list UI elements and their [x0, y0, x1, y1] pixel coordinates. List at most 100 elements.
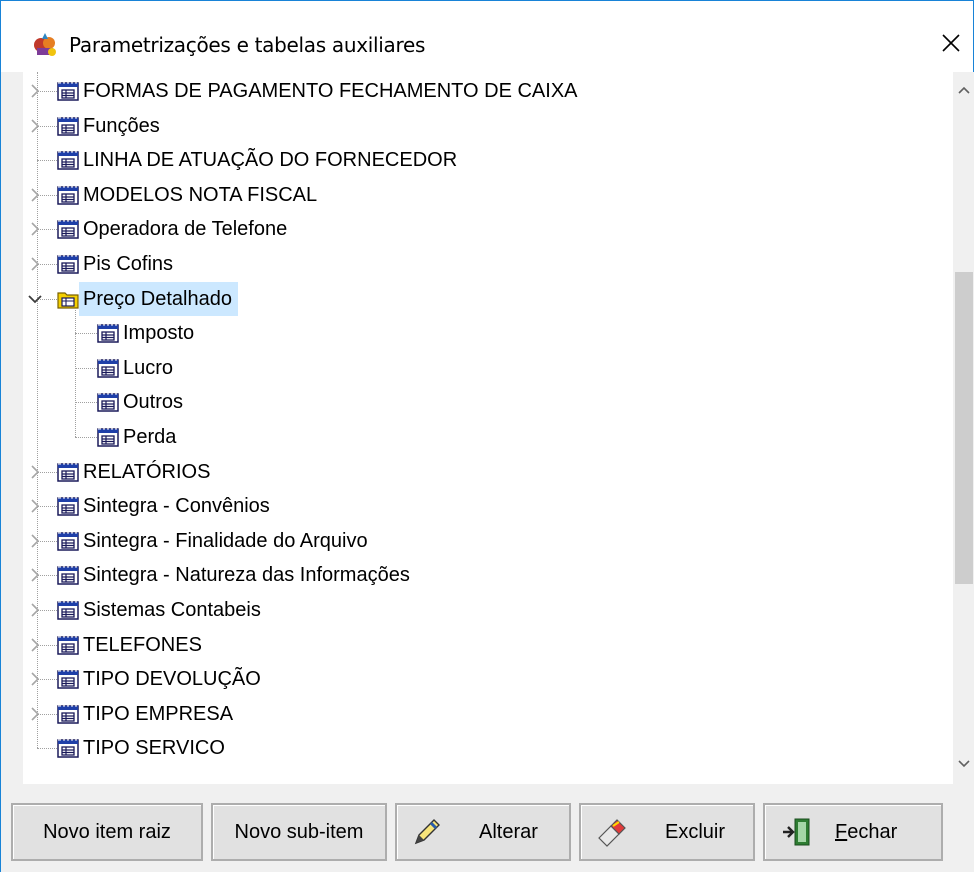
button-bar: Novo item raiz Novo sub-item Alterar Exc… [1, 784, 974, 872]
tree-node-label: Preço Detalhado [79, 281, 238, 316]
app-icon [34, 33, 56, 56]
table-icon [57, 462, 79, 482]
tree-connector [37, 160, 57, 162]
tree-node-label: Lucro [123, 356, 174, 379]
new-sub-item-label: Novo sub-item [234, 820, 364, 843]
chevron-right-icon[interactable] [25, 81, 45, 101]
tree-child-node[interactable]: Imposto [97, 316, 200, 350]
close-dialog-button[interactable]: Fechar [763, 803, 943, 861]
table-icon [57, 705, 79, 724]
tree-node-label: Sintegra - Natureza das Informações [83, 564, 410, 587]
tree-child-node[interactable]: Outros [97, 385, 189, 419]
new-root-item-button[interactable]: Novo item raiz [11, 803, 203, 861]
chevron-right-icon[interactable] [25, 462, 45, 482]
tree-node[interactable]: Pis Cofins [57, 247, 179, 281]
table-icon [97, 324, 119, 343]
tree-node-label: RELATÓRIOS [83, 460, 211, 483]
tree-node[interactable]: Sintegra - Finalidade do Arquivo [57, 524, 374, 558]
exit-door-icon [783, 818, 810, 846]
table-icon [57, 151, 79, 170]
tree-connector [75, 437, 97, 438]
chevron-down-icon[interactable] [25, 289, 45, 309]
table-icon [97, 428, 119, 447]
chevron-right-icon[interactable] [25, 116, 45, 136]
edit-label: Alterar [479, 820, 538, 843]
tree-connector [75, 367, 97, 369]
tree-node[interactable]: LINHA DE ATUAÇÃO DO FORNECEDOR [57, 143, 463, 177]
tree-child-connector-line [75, 309, 76, 437]
chevron-down-icon [958, 760, 970, 768]
chevron-right-icon[interactable] [25, 669, 45, 689]
title-bar[interactable]: Parametrizações e tabelas auxiliares [1, 1, 973, 72]
tree-node[interactable]: TIPO EMPRESA [57, 697, 239, 731]
tree-node[interactable]: RELATÓRIOS [57, 455, 216, 489]
tree-node-label: TIPO EMPRESA [83, 702, 234, 725]
tree-node-label: Outros [123, 391, 184, 414]
chevron-right-icon[interactable] [25, 635, 45, 655]
dialog-window: Parametrizações e tabelas auxiliares FOR… [0, 0, 974, 872]
table-icon [57, 116, 79, 136]
delete-label: Excluir [665, 820, 726, 843]
chevron-right-icon[interactable] [25, 704, 45, 724]
tree-node-label: Funções [83, 114, 160, 137]
tree-child-node[interactable]: Lucro [97, 351, 179, 385]
tree-node[interactable]: Preço Detalhado [57, 281, 238, 316]
tree-node-label: Sistemas Contabeis [83, 599, 261, 621]
close-icon [942, 34, 960, 52]
tree-node-label: Imposto [123, 322, 195, 345]
close-button[interactable] [931, 23, 971, 63]
table-icon [57, 186, 79, 205]
tree-node[interactable]: Sintegra - Convênios [57, 489, 276, 523]
chevron-right-icon[interactable] [25, 531, 45, 551]
table-icon [57, 635, 79, 655]
tree-view[interactable]: FORMAS DE PAGAMENTO FECHAMENTO DE CAIXA F… [23, 72, 974, 784]
tree-node[interactable]: Funções [57, 109, 166, 143]
chevron-up-icon [958, 86, 970, 94]
table-icon [57, 497, 79, 516]
chevron-right-icon[interactable] [25, 254, 45, 274]
chevron-right-icon[interactable] [25, 496, 45, 516]
scroll-down-button[interactable] [953, 752, 974, 776]
table-icon [57, 220, 79, 240]
tree-child-node[interactable]: Perda [97, 420, 182, 454]
table-icon [57, 82, 79, 101]
vertical-scrollbar[interactable] [953, 72, 974, 784]
new-sub-item-button[interactable]: Novo sub-item [211, 803, 387, 861]
table-icon [57, 670, 79, 689]
tree-connector [37, 748, 57, 750]
tree-node[interactable]: Sistemas Contabeis [57, 593, 267, 627]
tree-connector [75, 333, 97, 335]
table-icon [57, 739, 79, 759]
delete-button[interactable]: Excluir [579, 803, 755, 861]
tree-node[interactable]: TIPO SERVICO [57, 731, 231, 765]
tree-node[interactable]: Sintegra - Natureza das Informações [57, 558, 416, 592]
tree-node-label: TIPO SERVICO [83, 737, 225, 760]
close-dialog-label: Fechar [835, 821, 897, 844]
tree-connector [75, 402, 97, 404]
eraser-icon [598, 819, 626, 847]
table-icon [57, 566, 79, 586]
tree-node[interactable]: TELEFONES [57, 628, 208, 662]
tree-node-label: LINHA DE ATUAÇÃO DO FORNECEDOR [83, 149, 458, 172]
chevron-right-icon[interactable] [25, 565, 45, 585]
chevron-right-icon[interactable] [25, 219, 45, 239]
tree-node[interactable]: FORMAS DE PAGAMENTO FECHAMENTO DE CAIXA [57, 74, 584, 108]
tree-node[interactable]: MODELOS NOTA FISCAL [57, 178, 323, 212]
table-icon [97, 393, 119, 413]
folder-table-icon [57, 291, 79, 309]
table-icon [57, 601, 79, 620]
tree-node-label: MODELOS NOTA FISCAL [83, 183, 318, 206]
table-icon [57, 532, 79, 551]
tree-node[interactable]: Operadora de Telefone [57, 212, 293, 246]
tree-node-label: FORMAS DE PAGAMENTO FECHAMENTO DE CAIXA [83, 80, 578, 102]
table-icon [97, 359, 119, 378]
chevron-right-icon[interactable] [25, 185, 45, 205]
edit-button[interactable]: Alterar [395, 803, 571, 861]
new-root-item-label: Novo item raiz [43, 820, 171, 843]
scroll-thumb[interactable] [955, 272, 973, 584]
tree-node[interactable]: TIPO DEVOLUÇÃO [57, 662, 267, 696]
tree-node-label: Perda [123, 426, 177, 448]
chevron-right-icon[interactable] [25, 600, 45, 620]
scroll-up-button[interactable] [953, 78, 974, 102]
tree-node-label: Pis Cofins [83, 253, 174, 275]
